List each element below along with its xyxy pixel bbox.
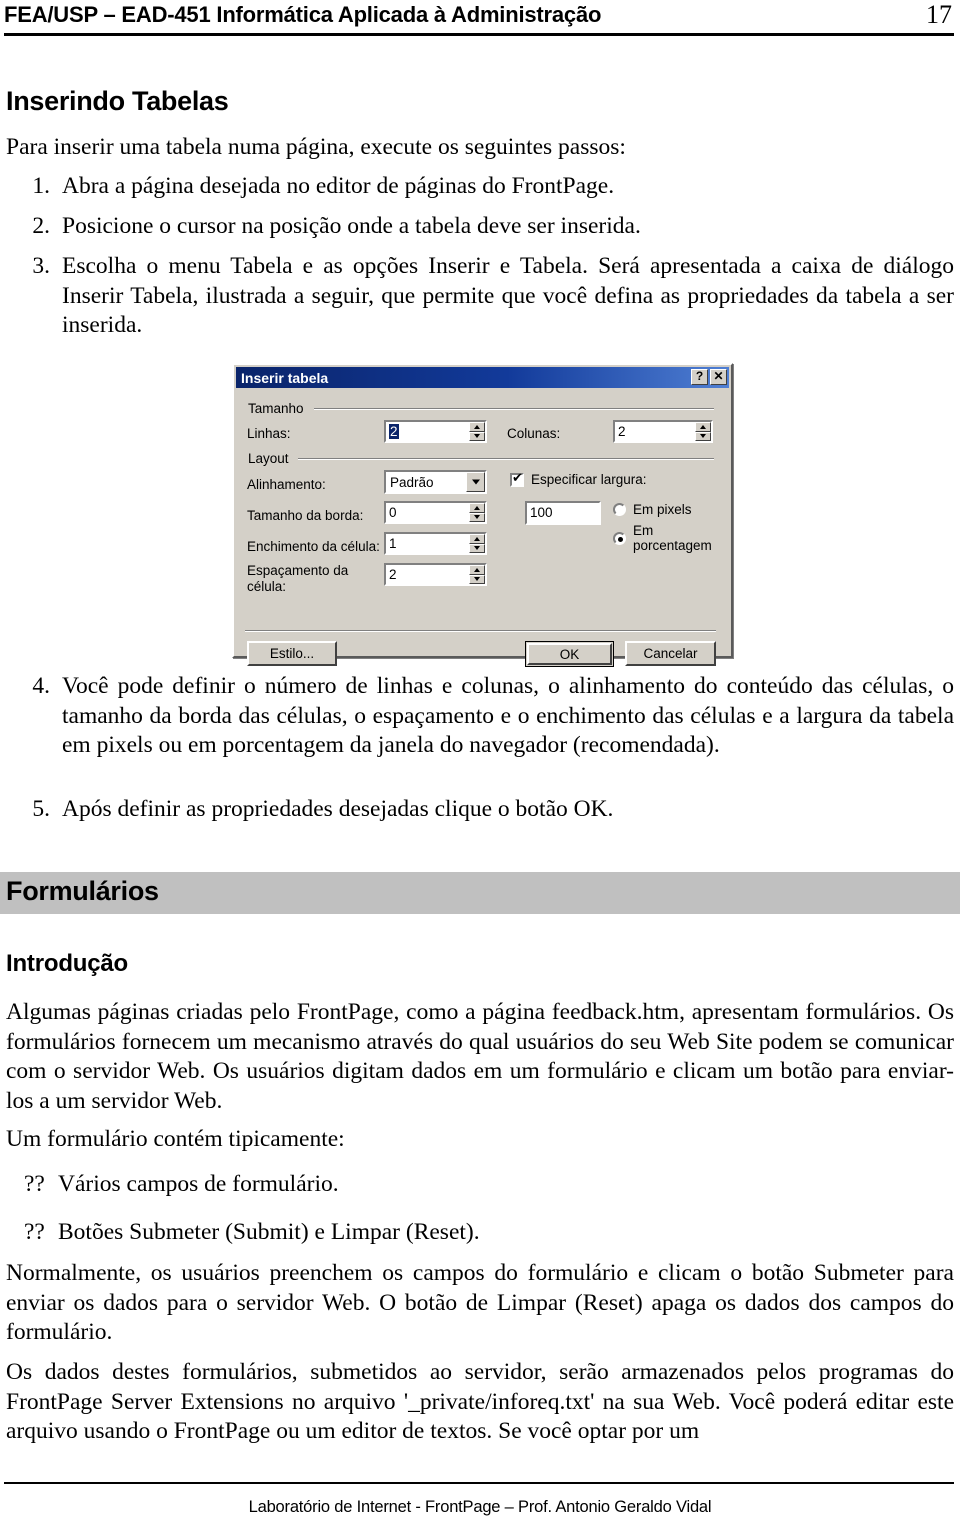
em-pixels-label: Em pixels	[633, 502, 692, 517]
spinner-up-icon[interactable]	[695, 422, 711, 432]
alinhamento-select[interactable]: Padrão	[384, 470, 487, 494]
page-header: FEA/USP – EAD-451 Informática Aplicada à…	[0, 0, 960, 42]
step-number: 4.	[32, 673, 50, 699]
estilo-button[interactable]: Estilo...	[247, 641, 337, 666]
spinner-up-icon[interactable]	[469, 422, 485, 432]
step-number: 3.	[32, 253, 50, 279]
chevron-down-icon[interactable]	[466, 472, 485, 492]
page-number: 17	[926, 0, 952, 29]
em-porcentagem-label: Em porcentagem	[633, 523, 712, 553]
linhas-spinner[interactable]	[469, 422, 485, 441]
spinner-down-icon[interactable]	[469, 512, 485, 522]
dialog-title: Inserir tabela	[241, 369, 329, 386]
checkbox-icon[interactable]	[510, 471, 524, 487]
heading-formularios: Formulários	[6, 876, 159, 906]
colunas-spinner[interactable]	[695, 422, 711, 441]
spinner-down-icon[interactable]	[469, 574, 485, 584]
bullet-text: Botões Submeter (Submit) e Limpar (Reset…	[58, 1219, 480, 1245]
linhas-input[interactable]: 2	[384, 420, 487, 443]
cancelar-button-label: Cancelar	[643, 646, 698, 661]
spinner-down-icon[interactable]	[469, 431, 485, 441]
label-colunas: Colunas:	[507, 426, 561, 441]
em-pixels-radio-row[interactable]: Em pixels	[613, 502, 692, 517]
label-enchimento-celula: Enchimento da célula:	[247, 539, 380, 554]
spinner-up-icon[interactable]	[469, 503, 485, 513]
insert-table-dialog[interactable]: Inserir tabela ? ✕ Tamanho Linhas: 2 Col…	[232, 363, 733, 667]
paragraph-intro: Para inserir uma tabela numa página, exe…	[6, 134, 626, 160]
paragraph-formularios-4: Os dados destes formulários, submetidos …	[6, 1359, 954, 1444]
bullet-text: Vários campos de formulário.	[58, 1171, 339, 1197]
step-text: Após definir as propriedades desejadas c…	[62, 796, 614, 822]
em-porcentagem-radio-row[interactable]: Em porcentagem	[613, 523, 729, 553]
bullet-item-2: ?? Botões Submeter (Submit) e Limpar (Res…	[6, 1218, 954, 1248]
bullet-item-1: ?? Vários campos de formulário.	[6, 1170, 954, 1200]
estilo-button-label: Estilo...	[269, 646, 315, 661]
enchimento-celula-spinner[interactable]	[469, 534, 485, 553]
largura-value: 100	[530, 505, 553, 521]
espacamento-celula-spinner[interactable]	[469, 565, 485, 584]
dialog-body: Tamanho Linhas: 2 Colunas: 2 Layout Alin…	[236, 389, 729, 667]
radio-icon[interactable]	[613, 531, 626, 545]
footer-text: Laboratório de Internet - FrontPage – Pr…	[248, 1498, 712, 1516]
dialog-titlebar-buttons: ? ✕	[691, 369, 727, 385]
especificar-largura-label: Especificar largura:	[531, 472, 647, 487]
dialog-titlebar[interactable]: Inserir tabela ? ✕	[236, 367, 729, 388]
espacamento-celula-value: 2	[389, 566, 397, 582]
label-alinhamento: Alinhamento:	[247, 477, 326, 492]
step-number: 1.	[32, 173, 50, 199]
close-icon[interactable]: ✕	[710, 369, 727, 385]
espacamento-celula-input[interactable]: 2	[384, 563, 487, 586]
step-text: Posicione o cursor na posição onde a tab…	[62, 213, 641, 239]
especificar-largura-checkbox-row[interactable]: Especificar largura:	[510, 471, 647, 487]
colunas-input[interactable]: 2	[613, 420, 713, 443]
label-espacamento-celula: Espaçamento da célula:	[247, 563, 349, 594]
step-number: 5.	[32, 796, 50, 822]
ok-button[interactable]: OK	[525, 641, 614, 667]
step-number: 2.	[32, 213, 50, 239]
largura-input[interactable]: 100	[525, 501, 601, 525]
colunas-value: 2	[618, 423, 626, 439]
label-linhas: Linhas:	[247, 426, 291, 441]
heading-introducao: Introdução	[6, 950, 128, 977]
tamanho-borda-value: 0	[389, 504, 397, 520]
paragraph-formularios-3: Normalmente, os usuários preenchem os ca…	[6, 1260, 954, 1345]
spinner-down-icon[interactable]	[695, 431, 711, 441]
radio-icon[interactable]	[613, 503, 626, 516]
list-item-step-4: 4. Você pode definir o número de linhas …	[6, 672, 954, 761]
enchimento-celula-value: 1	[389, 535, 397, 551]
list-item-step-2: 2. Posicione o cursor na posição onde a …	[6, 212, 954, 242]
footer-divider	[4, 1482, 954, 1484]
enchimento-celula-input[interactable]: 1	[384, 532, 487, 555]
ok-button-label: OK	[527, 643, 612, 665]
paragraph-formularios-2: Um formulário contém tipicamente:	[6, 1126, 345, 1152]
header-divider	[4, 33, 954, 36]
tamanho-borda-spinner[interactable]	[469, 503, 485, 522]
paragraph-formularios-1: Algumas páginas criadas pelo FrontPage, …	[6, 999, 954, 1114]
step-text: Você pode definir o número de linhas e c…	[62, 673, 954, 758]
group-caption-layout: Layout	[245, 451, 292, 466]
page-header-title: FEA/USP – EAD-451 Informática Aplicada à…	[4, 2, 602, 27]
group-line-tamanho	[314, 408, 714, 410]
list-item-step-1: 1. Abra a página desejada no editor de p…	[6, 172, 954, 202]
list-item-step-3: 3. Escolha o menu Tabela e as opções Ins…	[6, 252, 954, 341]
spinner-up-icon[interactable]	[469, 534, 485, 544]
spinner-down-icon[interactable]	[469, 543, 485, 553]
linhas-value: 2	[389, 423, 399, 440]
dialog-separator	[245, 630, 716, 632]
step-text: Escolha o menu Tabela e as opções Inseri…	[62, 253, 954, 338]
spinner-up-icon[interactable]	[469, 565, 485, 575]
heading-inserindo-tabelas: Inserindo Tabelas	[6, 86, 229, 116]
cancelar-button[interactable]: Cancelar	[625, 641, 716, 666]
group-line-layout	[298, 458, 714, 460]
step-text: Abra a página desejada no editor de pági…	[62, 173, 615, 199]
help-icon[interactable]: ?	[691, 369, 708, 385]
label-tamanho-borda: Tamanho da borda:	[247, 508, 364, 523]
list-item-step-5: 5. Após definir as propriedades desejada…	[6, 795, 954, 825]
alinhamento-value: Padrão	[390, 474, 434, 490]
bullet-marker: ??	[24, 1171, 45, 1197]
group-caption-tamanho: Tamanho	[245, 401, 307, 416]
tamanho-borda-input[interactable]: 0	[384, 501, 487, 524]
bullet-marker: ??	[24, 1219, 45, 1245]
